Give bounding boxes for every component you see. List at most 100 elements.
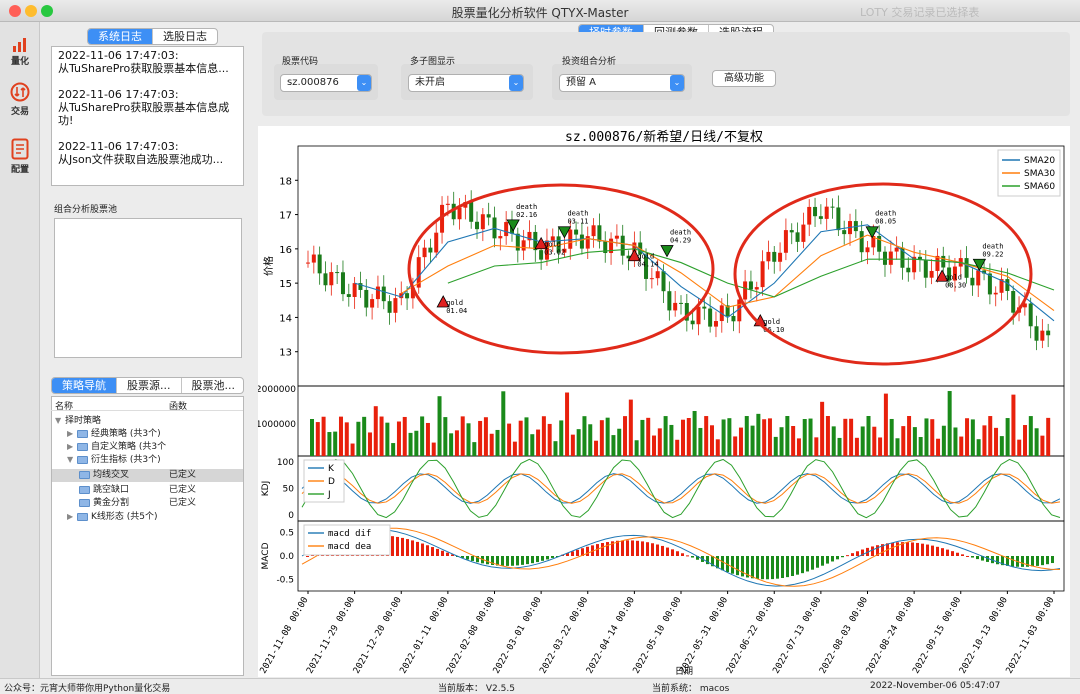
tree-item-timing[interactable]: ▼ 择时策略 bbox=[55, 414, 101, 427]
status-account: 公众号：元宵大师带你用Python量化交易 bbox=[4, 684, 171, 694]
signal-label-type: gold bbox=[446, 299, 463, 307]
volume-bar bbox=[889, 418, 894, 456]
tree-col-name: 名称 bbox=[55, 402, 74, 412]
volume-bar bbox=[536, 429, 541, 456]
macd-bar bbox=[671, 549, 674, 556]
signal-label-date: 04.29 bbox=[670, 237, 691, 245]
macd-bar bbox=[811, 556, 814, 570]
y-axis-label: 价格 bbox=[262, 256, 275, 276]
macd-bar bbox=[996, 556, 999, 565]
candle-body bbox=[743, 281, 748, 300]
volume-bar bbox=[1005, 418, 1010, 456]
macd-bar bbox=[956, 552, 959, 556]
x-tick-label: 2022-07-13 00:00 bbox=[771, 596, 823, 676]
volume-bar bbox=[924, 418, 929, 456]
macd-bar bbox=[756, 556, 759, 579]
volume-bar bbox=[1046, 417, 1051, 456]
volume-bar bbox=[901, 426, 906, 456]
volume-bar bbox=[565, 392, 570, 456]
x-axis-label: 日期 bbox=[675, 666, 693, 677]
volume-bar bbox=[338, 416, 343, 456]
volume-tick-label: 2000000 bbox=[258, 385, 296, 395]
collapse-icon[interactable]: ▶ bbox=[67, 427, 77, 440]
macd-bar bbox=[841, 556, 844, 558]
folder-icon bbox=[77, 455, 88, 464]
tree-item-ma-cross[interactable]: 均线交叉 已定义 bbox=[52, 469, 243, 482]
macd-bar bbox=[536, 556, 539, 563]
tab-stock-pool[interactable]: 股票池... bbox=[182, 378, 244, 393]
advanced-button[interactable]: 高级功能 bbox=[712, 70, 776, 87]
candle-body bbox=[498, 236, 503, 239]
volume-bar bbox=[698, 427, 703, 456]
candle-body bbox=[760, 261, 765, 288]
candle-body bbox=[830, 206, 835, 208]
candle-body bbox=[370, 299, 375, 308]
tab-stock-pick-log[interactable]: 选股日志 bbox=[153, 29, 217, 44]
tree-item-kline[interactable]: ▶ K线形态 (共5个) bbox=[67, 510, 158, 523]
log-tabs: 系统日志 选股日志 bbox=[87, 28, 218, 45]
volume-bar bbox=[623, 416, 628, 456]
candle-body bbox=[340, 272, 345, 295]
tab-system-log[interactable]: 系统日志 bbox=[88, 29, 153, 44]
title-bar: 股票量化分析软件 QTYX-Master LOTY 交易记录已选择表 bbox=[0, 0, 1080, 22]
tab-strategy-nav[interactable]: 策略导航 bbox=[52, 378, 117, 393]
signal-label-date: 02.16 bbox=[516, 211, 537, 219]
collapse-icon[interactable]: ▶ bbox=[67, 510, 77, 523]
pool-label: 组合分析股票池 bbox=[54, 205, 118, 215]
volume-bar bbox=[425, 422, 430, 456]
macd-bar bbox=[731, 556, 734, 574]
stock-code-select[interactable]: sz.000876 ⌄ bbox=[280, 74, 372, 92]
tree-item-golden[interactable]: 黄金分割 已定义 bbox=[52, 497, 243, 510]
macd-bar bbox=[806, 556, 809, 572]
signal-label-type: death bbox=[516, 203, 537, 211]
tree-item-custom[interactable]: ▶ 自定义策略 (共3个 bbox=[67, 440, 166, 453]
candle-body bbox=[818, 216, 823, 219]
trade-tool-button[interactable]: 交易 bbox=[0, 82, 40, 117]
volume-bar bbox=[408, 432, 413, 456]
collapse-icon[interactable]: ▶ bbox=[67, 440, 77, 453]
status-datetime: 2022-November-06 05:47:07 bbox=[870, 681, 1001, 691]
tree-item-classic[interactable]: ▶ 经典策略 (共3个) bbox=[67, 427, 161, 440]
tab-stock-source[interactable]: 股票源... bbox=[117, 378, 182, 393]
expand-icon[interactable]: ▼ bbox=[67, 453, 77, 466]
quant-tool-button[interactable]: 量化 bbox=[0, 38, 40, 67]
macd-bar bbox=[796, 556, 799, 575]
expand-icon[interactable]: ▼ bbox=[55, 414, 65, 427]
macd-bar bbox=[916, 542, 919, 556]
chart-area[interactable]: sz.000876/新希望/日线/不复权 13 14 15 16 17 18 价格 gold 01… bbox=[256, 126, 1070, 677]
system-log-panel[interactable]: 2022-11-06 17:47:03: 从TuSharePro获取股票基本信息… bbox=[51, 46, 244, 186]
macd-bar bbox=[976, 556, 979, 560]
volume-bar bbox=[489, 433, 494, 456]
volume-bar bbox=[843, 418, 848, 456]
volume-bar bbox=[704, 416, 709, 456]
panel-frame-2 bbox=[297, 455, 1065, 522]
macd-bar bbox=[1046, 556, 1049, 565]
candle-body bbox=[1034, 326, 1039, 341]
stock-chart[interactable]: sz.000876/新希望/日线/不复权131415161718价格gold01… bbox=[256, 126, 1070, 677]
tree-item-gap[interactable]: 跳空缺口 已定义 bbox=[52, 484, 243, 497]
candle-body bbox=[667, 291, 672, 311]
macd-bar bbox=[1031, 556, 1034, 567]
quant-tool-label: 量化 bbox=[10, 57, 29, 67]
volume-bar bbox=[466, 423, 471, 456]
volume-bar bbox=[675, 439, 680, 456]
portfolio-select[interactable]: 预留 A ⌄ bbox=[559, 74, 685, 92]
stock-pool-list[interactable] bbox=[54, 218, 242, 358]
tree-item-derived[interactable]: ▼ 衍生指标 (共3个) bbox=[67, 453, 161, 466]
macd-bar bbox=[931, 545, 934, 556]
volume-bar bbox=[512, 441, 517, 456]
y-tick-label: 16 bbox=[279, 245, 292, 256]
macd-bar bbox=[506, 556, 509, 566]
volume-bar bbox=[547, 423, 552, 456]
volume-bar bbox=[802, 419, 807, 456]
signal-label-date: 08.05 bbox=[875, 218, 896, 226]
candle-body bbox=[923, 259, 928, 278]
macd-bar bbox=[441, 550, 444, 556]
volume-bar bbox=[559, 420, 564, 456]
volume-bar bbox=[756, 413, 761, 456]
multi-plot-select[interactable]: 未开启 ⌄ bbox=[408, 74, 524, 92]
macd-bar bbox=[646, 542, 649, 556]
macd-bar bbox=[446, 552, 449, 556]
trade-tool-label: 交易 bbox=[10, 107, 29, 117]
config-tool-button[interactable]: 配置 bbox=[0, 138, 40, 175]
